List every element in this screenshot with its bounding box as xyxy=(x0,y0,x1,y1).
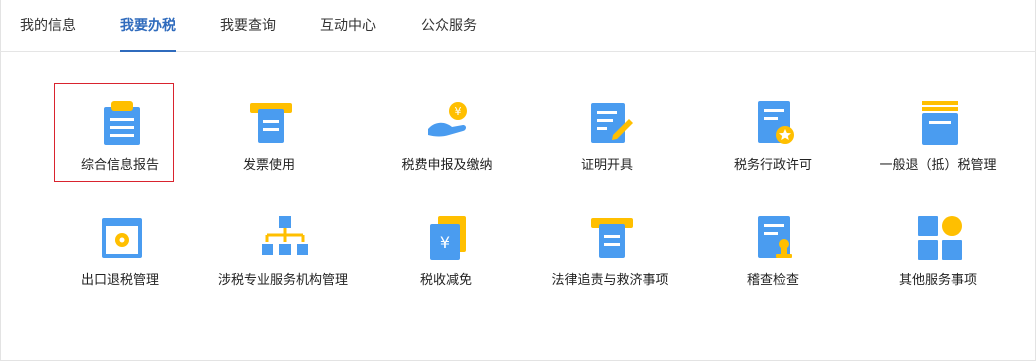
document-pen-icon xyxy=(591,103,633,143)
service-label: 证明开具 xyxy=(580,158,633,173)
service-label: 税务行政许可 xyxy=(733,158,812,173)
service-invoice-use[interactable]: 发票使用 xyxy=(189,83,349,173)
service-other-services[interactable]: 其他服务事项 xyxy=(858,198,1018,288)
tab-query[interactable]: 我要查询 xyxy=(220,0,276,51)
grid-circle-icon xyxy=(918,216,962,260)
svg-text:¥: ¥ xyxy=(440,233,450,252)
service-tax-declaration-payment[interactable]: ¥ 税费申报及缴纳 xyxy=(367,83,527,173)
tab-tax-handling[interactable]: 我要办税 xyxy=(120,0,176,52)
window-gear-icon xyxy=(102,218,142,258)
service-label: 一般退（抵）税管理 xyxy=(879,158,997,173)
service-label: 税费申报及缴纳 xyxy=(401,158,493,173)
service-label: 涉税专业服务机构管理 xyxy=(217,273,348,288)
service-tax-agency-management[interactable]: 涉税专业服务机构管理 xyxy=(203,198,363,288)
legal-printer-icon xyxy=(591,218,633,258)
tab-interaction-center[interactable]: 互动中心 xyxy=(320,0,376,51)
tab-public-service[interactable]: 公众服务 xyxy=(421,0,477,51)
service-audit-inspection[interactable]: 稽查检查 xyxy=(693,198,853,288)
document-star-icon xyxy=(758,101,794,144)
tab-my-info[interactable]: 我的信息 xyxy=(20,0,76,51)
yuan-document-icon: ¥ xyxy=(430,216,466,260)
panel-frame xyxy=(0,0,1036,361)
invoice-printer-icon xyxy=(250,103,292,143)
document-stamp-icon xyxy=(758,216,792,258)
service-label: 其他服务事项 xyxy=(898,273,977,288)
clipboard-icon xyxy=(104,101,140,145)
service-label: 税收减免 xyxy=(419,273,472,288)
service-legal-remedy[interactable]: 法律追责与救济事项 xyxy=(530,198,690,288)
service-label: 法律追责与救济事项 xyxy=(551,273,669,288)
service-label: 综合信息报告 xyxy=(80,158,159,173)
service-label: 出口退税管理 xyxy=(80,273,159,288)
svg-text:¥: ¥ xyxy=(455,105,462,118)
service-general-refund-management[interactable]: 一般退（抵）税管理 xyxy=(858,83,1018,173)
hand-coin-icon: ¥ xyxy=(428,102,467,137)
org-chart-icon xyxy=(262,216,308,255)
service-label: 发票使用 xyxy=(242,158,295,173)
service-comprehensive-info-report[interactable]: 综合信息报告 xyxy=(40,83,200,173)
service-tax-admin-license[interactable]: 税务行政许可 xyxy=(693,83,853,173)
tab-bar: 我的信息 我要办税 我要查询 互动中心 公众服务 xyxy=(0,0,1036,52)
service-label: 稽查检查 xyxy=(746,273,799,288)
service-tax-relief[interactable]: ¥ 税收减免 xyxy=(366,198,526,288)
stacked-document-icon xyxy=(922,101,958,145)
service-export-refund-management[interactable]: 出口退税管理 xyxy=(40,198,200,288)
service-certificate-issuance[interactable]: 证明开具 xyxy=(527,83,687,173)
